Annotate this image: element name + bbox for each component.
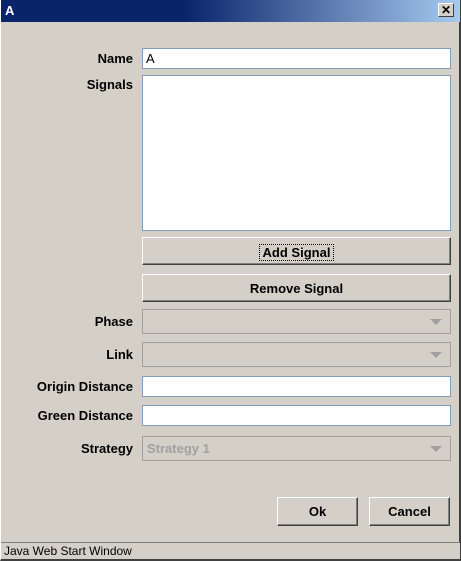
add-signal-label: Add Signal [258, 244, 335, 261]
name-field[interactable] [142, 48, 451, 69]
remove-signal-label: Remove Signal [249, 281, 344, 296]
ok-button[interactable]: Ok [277, 497, 358, 526]
close-icon: ✕ [440, 3, 452, 17]
ok-label: Ok [308, 504, 327, 519]
green-distance-label: Green Distance [37, 408, 133, 423]
status-bar: Java Web Start Window [1, 542, 460, 559]
strategy-dropdown[interactable]: Strategy 1 [142, 436, 451, 461]
title-bar[interactable]: A ✕ [1, 0, 460, 22]
link-label: Link [106, 347, 133, 362]
cancel-button[interactable]: Cancel [369, 497, 450, 526]
add-signal-button[interactable]: Add Signal [142, 237, 451, 265]
signals-label: Signals [86, 77, 133, 92]
link-dropdown[interactable] [142, 342, 451, 367]
phase-label: Phase [94, 314, 133, 329]
close-button[interactable]: ✕ [438, 3, 454, 17]
signals-list[interactable] [142, 75, 451, 231]
phase-dropdown[interactable] [142, 309, 451, 334]
cancel-label: Cancel [388, 504, 431, 519]
name-label: Name [97, 51, 133, 66]
origin-distance-field[interactable] [142, 376, 451, 397]
chevron-down-icon [430, 319, 442, 325]
chevron-down-icon [430, 352, 442, 358]
chevron-down-icon [430, 446, 442, 452]
window-title: A [5, 3, 15, 18]
remove-signal-button[interactable]: Remove Signal [142, 274, 451, 302]
green-distance-field[interactable] [142, 405, 451, 426]
dialog-window: A ✕ Name Signals Add Signal Remove Signa… [0, 0, 461, 561]
strategy-label: Strategy [80, 441, 133, 456]
status-text: Java Web Start Window [4, 544, 132, 558]
strategy-value: Strategy 1 [147, 441, 210, 456]
origin-distance-label: Origin Distance [36, 379, 133, 394]
